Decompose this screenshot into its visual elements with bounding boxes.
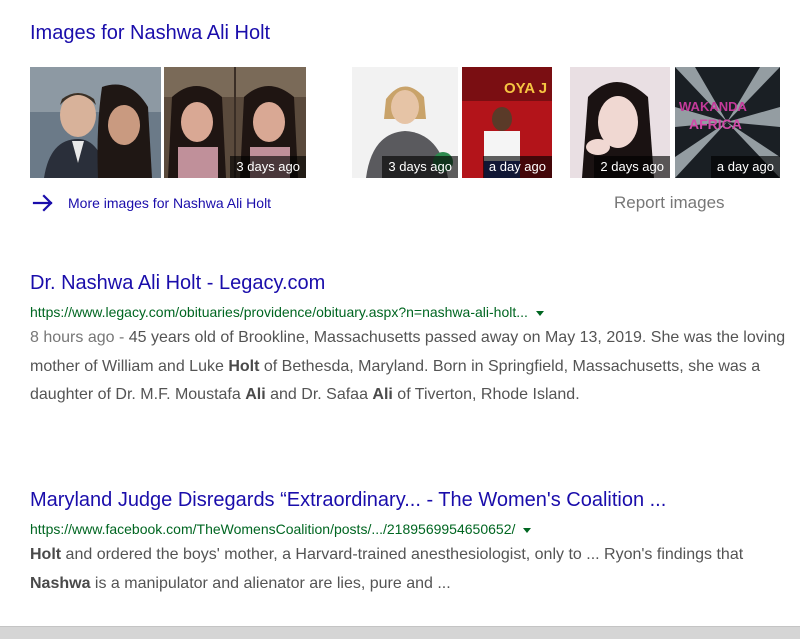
highlighted-term: Ali — [372, 386, 393, 403]
images-heading-link[interactable]: Images for Nashwa Ali Holt — [30, 20, 270, 46]
more-images-link[interactable]: More images for Nashwa Ali Holt — [30, 190, 271, 216]
result-snippet: 8 hours ago - 45 years old of Brookline,… — [30, 324, 800, 410]
timestamp-badge: a day ago — [710, 156, 780, 178]
image-thumbnail-1[interactable] — [30, 67, 161, 178]
result-url-text: https://www.facebook.com/TheWomensCoalit… — [30, 521, 516, 537]
result-title-link[interactable]: Dr. Nashwa Ali Holt - Legacy.com — [30, 270, 800, 296]
timestamp-badge: 2 days ago — [594, 156, 670, 178]
image-thumbnail-3[interactable]: 3 days ago — [352, 67, 458, 178]
result-url: https://www.facebook.com/TheWomensCoalit… — [30, 519, 800, 539]
snippet-text: and Dr. Safaa — [265, 386, 373, 403]
search-result-2: Maryland Judge Disregards “Extraordinary… — [30, 487, 800, 598]
caret-down-icon[interactable] — [535, 310, 544, 316]
highlighted-term: Ali — [245, 386, 266, 403]
more-images-label: More images for Nashwa Ali Holt — [68, 195, 272, 211]
image-thumbnail-2[interactable]: 3 days ago — [164, 67, 306, 178]
result-url: https://www.legacy.com/obituaries/provid… — [30, 302, 800, 322]
highlighted-term: Nashwa — [30, 574, 91, 592]
photo-couple — [30, 67, 161, 178]
snippet-text: of Tiverton, Rhode Island. — [392, 386, 580, 403]
poster-text-1: WAKANDA — [679, 99, 747, 114]
result-title-link[interactable]: Maryland Judge Disregards “Extraordinary… — [30, 487, 800, 513]
image-thumbnail-6[interactable]: WAKANDA AFRICA a day ago — [675, 67, 780, 178]
image-thumbnail-4[interactable]: OYA J a day ago — [462, 67, 552, 178]
snippet-text: and ordered the boys' mother, a Harvard-… — [61, 546, 744, 563]
highlighted-term: Holt — [228, 357, 260, 375]
snippet-text: is a manipulator and alienator are lies,… — [90, 574, 451, 592]
result-snippet: Holt and ordered the boys' mother, a Har… — [30, 541, 800, 598]
image-thumbnail-5[interactable]: 2 days ago — [570, 67, 670, 178]
timestamp-badge: 3 days ago — [230, 156, 306, 178]
horizontal-scrollbar[interactable] — [0, 626, 800, 639]
report-images-link[interactable]: Report images — [614, 193, 725, 213]
highlighted-term: Holt — [30, 546, 62, 563]
result-date: 8 hours ago - — [30, 329, 129, 346]
caret-down-icon[interactable] — [523, 527, 532, 533]
sign-text: OYA J — [504, 80, 547, 97]
search-result-1: Dr. Nashwa Ali Holt - Legacy.com https:/… — [30, 270, 800, 410]
timestamp-badge: a day ago — [482, 156, 552, 178]
poster-text-2: AFRICA — [689, 116, 742, 132]
result-url-text: https://www.legacy.com/obituaries/provid… — [30, 304, 528, 320]
timestamp-badge: 3 days ago — [382, 156, 458, 178]
arrow-right-icon — [32, 194, 53, 212]
